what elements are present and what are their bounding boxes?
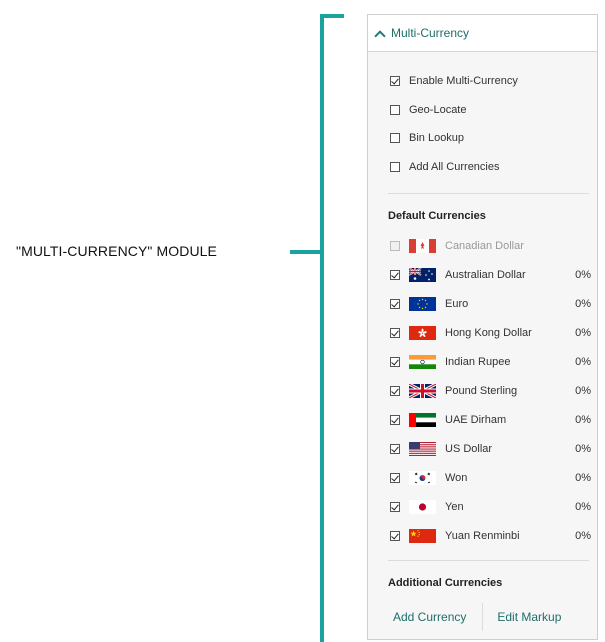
australia-flag-icon <box>409 268 436 282</box>
option-add-all-currencies[interactable]: Add All Currencies <box>390 159 500 175</box>
japan-flag-icon <box>409 500 436 514</box>
currency-checkbox[interactable] <box>390 531 400 541</box>
option-label: Bin Lookup <box>409 132 465 144</box>
bracket-vertical-line <box>320 14 324 642</box>
currency-row-euro[interactable]: Euro 0% <box>390 296 591 312</box>
add-currency-link[interactable]: Add Currency <box>393 610 466 624</box>
hong-kong-flag-icon <box>409 326 436 340</box>
module-annotation-label: "MULTI-CURRENCY" MODULE <box>16 243 217 259</box>
currency-markup: 0% <box>575 443 591 455</box>
uae-flag-icon <box>409 413 436 427</box>
currency-checkbox[interactable] <box>390 357 400 367</box>
option-geo-locate[interactable]: Geo-Locate <box>390 102 466 118</box>
additional-currencies-heading: Additional Currencies <box>388 577 503 589</box>
option-label: Add All Currencies <box>409 161 500 173</box>
china-flag-icon <box>409 529 436 543</box>
currency-row-indian-rupee[interactable]: Indian Rupee 0% <box>390 354 591 370</box>
bracket-top-tick <box>320 14 344 18</box>
eu-flag-icon <box>409 297 436 311</box>
multi-currency-panel: Multi-Currency Enable Multi-Currency Geo… <box>367 14 598 640</box>
currency-row-us-dollar[interactable]: US Dollar 0% <box>390 441 591 457</box>
bracket-pointer-line <box>290 250 322 254</box>
option-enable-multi-currency[interactable]: Enable Multi-Currency <box>390 73 518 89</box>
currency-markup: 0% <box>575 501 591 513</box>
chevron-up-icon <box>374 29 386 42</box>
currency-checkbox[interactable] <box>390 444 400 454</box>
currency-markup: 0% <box>575 414 591 426</box>
default-currencies-heading: Default Currencies <box>388 210 486 222</box>
currency-name: Indian Rupee <box>445 356 511 368</box>
us-flag-icon <box>409 442 436 456</box>
panel-title: Multi-Currency <box>391 26 470 40</box>
currency-name: Canadian Dollar <box>445 240 524 252</box>
currency-row-yen[interactable]: Yen 0% <box>390 499 591 515</box>
currency-name: UAE Dirham <box>445 414 507 426</box>
currency-checkbox[interactable] <box>390 299 400 309</box>
currency-row-australian-dollar[interactable]: Australian Dollar 0% <box>390 267 591 283</box>
currency-name: Hong Kong Dollar <box>445 327 532 339</box>
option-label: Enable Multi-Currency <box>409 75 518 87</box>
currency-name: Australian Dollar <box>445 269 526 281</box>
edit-markup-link[interactable]: Edit Markup <box>497 610 561 624</box>
currency-row-canadian-dollar: Canadian Dollar <box>390 238 591 254</box>
currency-checkbox[interactable] <box>390 328 400 338</box>
currency-checkbox[interactable] <box>390 270 400 280</box>
currency-name: Yen <box>445 501 464 513</box>
panel-header-toggle[interactable]: Multi-Currency <box>368 15 597 52</box>
currency-markup: 0% <box>575 472 591 484</box>
geo-locate-checkbox[interactable] <box>390 105 400 115</box>
link-separator <box>482 603 484 631</box>
currency-row-hong-kong-dollar[interactable]: Hong Kong Dollar 0% <box>390 325 591 341</box>
currency-row-uae-dirham[interactable]: UAE Dirham 0% <box>390 412 591 428</box>
currency-markup: 0% <box>575 327 591 339</box>
currency-name: Yuan Renminbi <box>445 530 520 542</box>
india-flag-icon <box>409 355 436 369</box>
currency-checkbox <box>390 241 400 251</box>
currency-checkbox[interactable] <box>390 502 400 512</box>
currency-row-yuan-renminbi[interactable]: Yuan Renminbi 0% <box>390 528 591 544</box>
option-label: Geo-Locate <box>409 104 467 116</box>
currency-markup: 0% <box>575 269 591 281</box>
bin-lookup-checkbox[interactable] <box>390 133 400 143</box>
additional-currencies-actions: Add Currency Edit Markup <box>368 603 597 631</box>
currency-checkbox[interactable] <box>390 386 400 396</box>
currency-name: Euro <box>445 298 469 310</box>
currency-markup: 0% <box>575 298 591 310</box>
currency-name: Won <box>445 472 468 484</box>
option-bin-lookup[interactable]: Bin Lookup <box>390 130 464 146</box>
add-all-currencies-checkbox[interactable] <box>390 162 400 172</box>
south-korea-flag-icon <box>409 471 436 485</box>
currency-markup: 0% <box>575 385 591 397</box>
enable-multi-currency-checkbox[interactable] <box>390 76 400 86</box>
section-divider <box>388 193 589 194</box>
section-divider <box>388 560 589 561</box>
uk-flag-icon <box>409 384 436 398</box>
currency-row-won[interactable]: Won 0% <box>390 470 591 486</box>
currency-row-pound-sterling[interactable]: Pound Sterling 0% <box>390 383 591 399</box>
currency-checkbox[interactable] <box>390 415 400 425</box>
currency-name: Pound Sterling <box>445 385 518 397</box>
canada-flag-icon <box>409 239 436 253</box>
currency-checkbox[interactable] <box>390 473 400 483</box>
currency-markup: 0% <box>575 356 591 368</box>
currency-markup: 0% <box>575 530 591 542</box>
currency-name: US Dollar <box>445 443 493 455</box>
